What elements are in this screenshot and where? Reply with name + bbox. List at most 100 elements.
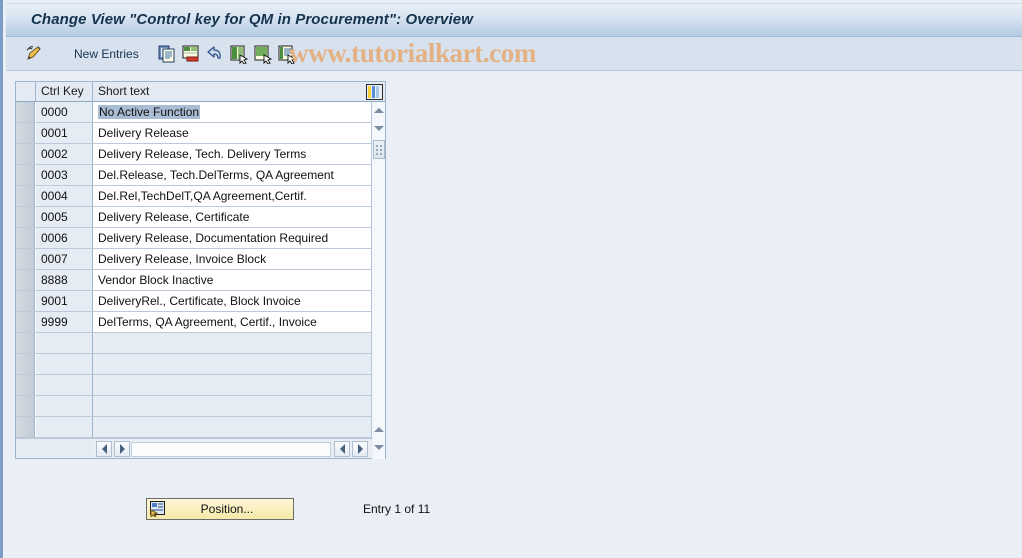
row-select-cell[interactable]	[16, 312, 35, 332]
horizontal-scroll-track[interactable]	[131, 442, 331, 457]
table-row[interactable]: 0002 Delivery Release, Tech. Delivery Ter…	[16, 144, 373, 165]
cell-short-text[interactable]	[93, 396, 373, 416]
entry-status-text: Entry 1 of 11	[363, 502, 431, 516]
row-select-cell[interactable]	[16, 291, 35, 311]
cell-short-text[interactable]: Delivery Release, Documentation Required	[93, 228, 373, 248]
cell-short-text[interactable]	[93, 333, 373, 353]
scroll-right-button[interactable]	[114, 441, 130, 457]
cell-short-text[interactable]	[93, 375, 373, 395]
cell-short-text[interactable]: Del.Release, Tech.DelTerms, QA Agreement	[93, 165, 373, 185]
cell-short-text[interactable]: DelTerms, QA Agreement, Certif., Invoice	[93, 312, 373, 332]
table-row[interactable]	[16, 396, 373, 417]
table-settings-icon[interactable]	[366, 84, 383, 100]
page-title: Change View "Control key for QM in Procu…	[31, 11, 473, 28]
scroll-down-button[interactable]	[372, 121, 385, 137]
deselect-all-icon[interactable]	[253, 44, 273, 65]
scroll-page-up-button[interactable]	[372, 422, 385, 438]
site-watermark: www.tutorialkart.com	[289, 38, 536, 68]
position-button-label: Position...	[200, 502, 254, 516]
cell-short-text[interactable]: Delivery Release	[93, 123, 373, 143]
new-entries-button[interactable]: New Entries	[74, 47, 139, 61]
cell-short-text[interactable]: Vendor Block Inactive	[93, 270, 373, 290]
cell-ctrl-key[interactable]	[36, 333, 93, 353]
table-row[interactable]: 9001 DeliveryRel., Certificate, Block Inv…	[16, 291, 373, 312]
cell-ctrl-key[interactable]: 0001	[36, 123, 93, 143]
table-row[interactable]: 9999 DelTerms, QA Agreement, Certif., Inv…	[16, 312, 373, 333]
table-body: 0000 No Active Function 0001 Delivery Relea…	[16, 102, 373, 439]
cell-ctrl-key[interactable]: 0006	[36, 228, 93, 248]
row-select-cell[interactable]	[16, 375, 35, 395]
scroll-far-left-button[interactable]	[334, 441, 350, 457]
cell-ctrl-key[interactable]	[36, 417, 93, 437]
cell-ctrl-key[interactable]: 8888	[36, 270, 93, 290]
row-select-cell[interactable]	[16, 144, 35, 164]
cell-short-text[interactable]: Delivery Release, Tech. Delivery Terms	[93, 144, 373, 164]
row-select-cell[interactable]	[16, 417, 35, 437]
table-header-row: Ctrl Key Short text	[16, 82, 385, 102]
row-select-cell[interactable]	[16, 207, 35, 227]
column-header-ctrl-key[interactable]: Ctrl Key	[36, 82, 93, 101]
cell-ctrl-key[interactable]	[36, 375, 93, 395]
scroll-page-down-button[interactable]	[372, 440, 385, 456]
table-row[interactable]: 8888 Vendor Block Inactive	[16, 270, 373, 291]
cell-ctrl-key[interactable]: 0003	[36, 165, 93, 185]
cell-ctrl-key[interactable]: 0007	[36, 249, 93, 269]
select-all-icon[interactable]	[229, 44, 249, 65]
cell-short-text[interactable]	[93, 417, 373, 437]
table-control: Ctrl Key Short text 0000 No Active Functi…	[15, 81, 386, 459]
vertical-scrollbar[interactable]	[371, 102, 385, 459]
cell-ctrl-key[interactable]	[36, 396, 93, 416]
row-select-cell[interactable]	[16, 270, 35, 290]
cell-short-text[interactable]: Delivery Release, Certificate	[93, 207, 373, 227]
scroll-left-button[interactable]	[96, 441, 112, 457]
table-row[interactable]	[16, 354, 373, 375]
position-icon	[150, 501, 167, 519]
table-row[interactable]: 0006 Delivery Release, Documentation Requ…	[16, 228, 373, 249]
row-select-cell[interactable]	[16, 186, 35, 206]
horizontal-scrollbar[interactable]	[93, 438, 373, 458]
row-select-cell[interactable]	[16, 333, 35, 353]
cell-ctrl-key[interactable]: 0002	[36, 144, 93, 164]
cell-ctrl-key[interactable]	[36, 354, 93, 374]
scroll-far-right-button[interactable]	[352, 441, 368, 457]
scroll-up-button[interactable]	[372, 103, 385, 119]
position-button[interactable]: Position...	[146, 498, 294, 520]
row-select-cell[interactable]	[16, 228, 35, 248]
sap-window: Change View "Control key for QM in Procu…	[0, 0, 1022, 558]
delete-icon[interactable]	[181, 44, 201, 64]
cell-short-text[interactable]: Del.Rel,TechDelT,QA Agreement,Certif.	[93, 186, 373, 206]
cell-ctrl-key[interactable]: 0005	[36, 207, 93, 227]
table-row[interactable]: 0005 Delivery Release, Certificate	[16, 207, 373, 228]
edit-pencil-icon[interactable]	[24, 44, 44, 64]
cell-ctrl-key[interactable]: 9001	[36, 291, 93, 311]
table-row[interactable]: 0003 Del.Release, Tech.DelTerms, QA Agree…	[16, 165, 373, 186]
row-select-cell[interactable]	[16, 165, 35, 185]
table-row[interactable]: 0007 Delivery Release, Invoice Block	[16, 249, 373, 270]
copy-icon[interactable]	[157, 44, 177, 64]
cell-short-text[interactable]: Delivery Release, Invoice Block	[93, 249, 373, 269]
scrollbar-thumb[interactable]	[373, 140, 385, 159]
row-select-cell[interactable]	[16, 249, 35, 269]
cell-short-text[interactable]: No Active Function	[93, 102, 373, 122]
table-row[interactable]: 0001 Delivery Release	[16, 123, 373, 144]
cell-short-text-value: No Active Function	[98, 105, 201, 119]
cell-short-text[interactable]	[93, 354, 373, 374]
cell-ctrl-key[interactable]: 9999	[36, 312, 93, 332]
table-row[interactable]: 0000 No Active Function	[16, 102, 373, 123]
row-select-cell[interactable]	[16, 102, 35, 122]
table-row[interactable]	[16, 417, 373, 438]
column-header-short-text[interactable]: Short text	[93, 82, 373, 101]
cell-ctrl-key[interactable]: 0000	[36, 102, 93, 122]
table-header-select-all-cell[interactable]	[16, 82, 36, 101]
scrollbar-corner	[16, 438, 93, 458]
row-select-cell[interactable]	[16, 354, 35, 374]
table-row[interactable]	[16, 375, 373, 396]
undo-icon[interactable]	[205, 44, 225, 64]
row-select-cell[interactable]	[16, 396, 35, 416]
cell-short-text[interactable]: DeliveryRel., Certificate, Block Invoice	[93, 291, 373, 311]
table-row[interactable]: 0004 Del.Rel,TechDelT,QA Agreement,Certif…	[16, 186, 373, 207]
window-titlebar: Change View "Control key for QM in Procu…	[6, 3, 1022, 37]
table-row[interactable]	[16, 333, 373, 354]
row-select-cell[interactable]	[16, 123, 35, 143]
cell-ctrl-key[interactable]: 0004	[36, 186, 93, 206]
